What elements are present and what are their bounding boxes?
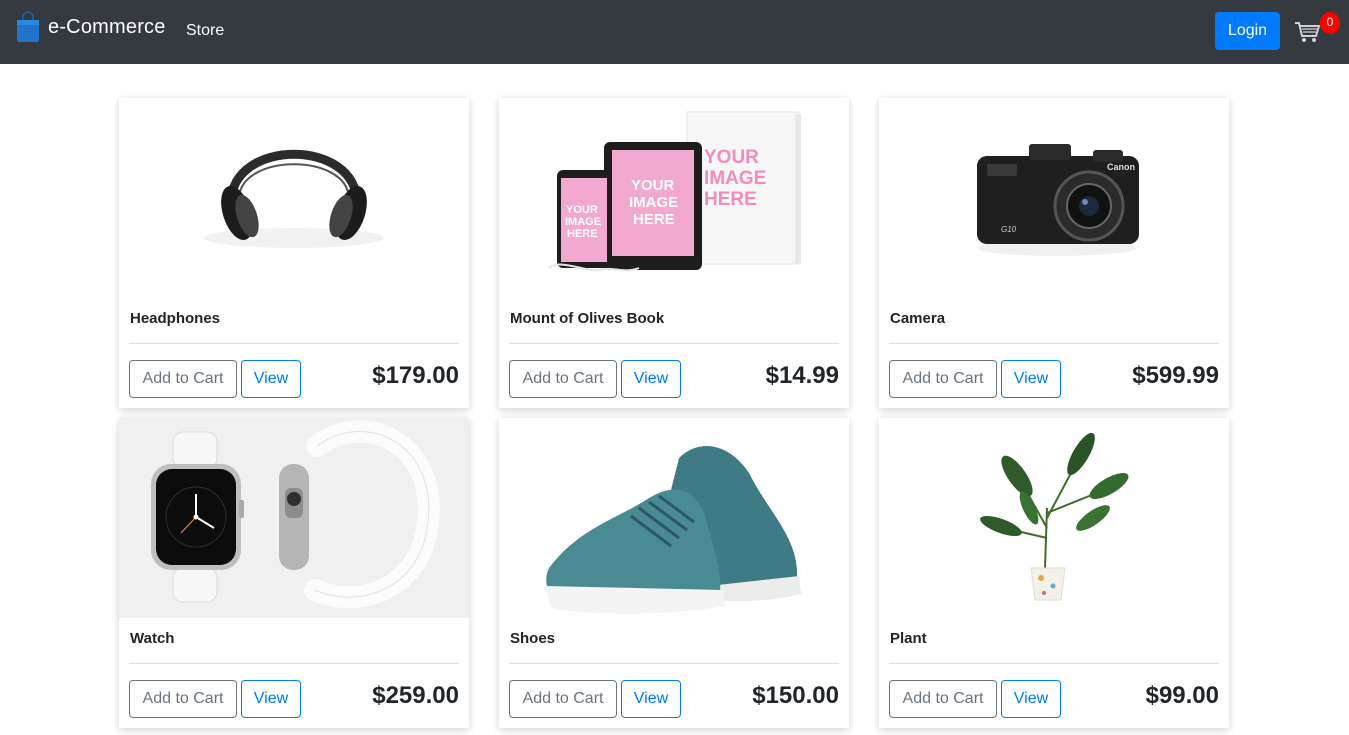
plant-image: [879, 418, 1229, 618]
svg-text:IMAGE: IMAGE: [704, 168, 766, 189]
product-image[interactable]: [119, 98, 469, 298]
view-button[interactable]: View: [621, 680, 681, 718]
add-to-cart-button[interactable]: Add to Cart: [509, 680, 617, 718]
product-card: Canon G10 Camera Add to Cart View $599.9…: [879, 98, 1229, 408]
svg-text:YOUR: YOUR: [566, 204, 598, 216]
product-image[interactable]: [119, 418, 469, 618]
add-to-cart-button[interactable]: Add to Cart: [889, 680, 997, 718]
svg-text:IMAGE: IMAGE: [565, 216, 601, 228]
add-to-cart-button[interactable]: Add to Cart: [129, 360, 237, 398]
product-price: $259.00: [372, 682, 459, 709]
product-card: Headphones Add to Cart View $179.00: [119, 98, 469, 408]
shopping-bag-icon: [17, 11, 39, 42]
svg-text:HERE: HERE: [567, 228, 598, 240]
svg-text:YOUR: YOUR: [704, 147, 759, 168]
add-to-cart-button[interactable]: Add to Cart: [509, 360, 617, 398]
product-price: $14.99: [765, 362, 839, 389]
product-name: Camera: [890, 310, 946, 327]
svg-text:HERE: HERE: [704, 189, 757, 210]
svg-text:YOUR: YOUR: [631, 177, 675, 194]
view-button[interactable]: View: [1001, 680, 1061, 718]
login-button[interactable]: Login: [1215, 12, 1280, 50]
cart-count-badge: 0: [1320, 12, 1340, 34]
product-card: YOUR IMAGE HERE YOUR IMAGE HERE YOUR IMA…: [499, 98, 849, 408]
product-image[interactable]: [499, 418, 849, 618]
view-button[interactable]: View: [241, 680, 301, 718]
view-button[interactable]: View: [621, 360, 681, 398]
product-name: Headphones: [130, 310, 221, 327]
add-to-cart-button[interactable]: Add to Cart: [889, 360, 997, 398]
svg-text:HERE: HERE: [633, 211, 675, 228]
product-name: Watch: [130, 630, 175, 647]
divider: [889, 663, 1219, 664]
divider: [889, 343, 1219, 344]
svg-text:IMAGE: IMAGE: [629, 194, 678, 211]
product-price: $599.99: [1132, 362, 1219, 389]
divider: [129, 663, 459, 664]
brand-link[interactable]: e-Commerce: [14, 10, 166, 44]
product-name: Plant: [890, 630, 927, 647]
product-image[interactable]: Canon G10: [879, 98, 1229, 298]
divider: [129, 343, 459, 344]
cart-icon: [1295, 22, 1320, 42]
product-card: Watch Add to Cart View $259.00: [119, 418, 469, 728]
shoes-image: [499, 418, 849, 618]
product-image[interactable]: YOUR IMAGE HERE YOUR IMAGE HERE YOUR IMA…: [499, 98, 849, 298]
product-image[interactable]: [879, 418, 1229, 618]
add-to-cart-button[interactable]: Add to Cart: [129, 680, 237, 718]
product-name: Mount of Olives Book: [510, 310, 665, 327]
view-button[interactable]: View: [1001, 360, 1061, 398]
product-price: $179.00: [372, 362, 459, 389]
divider: [509, 663, 839, 664]
camera-image: Canon G10: [879, 98, 1229, 298]
product-name: Shoes: [510, 630, 556, 647]
product-price: $99.00: [1145, 682, 1219, 709]
view-button[interactable]: View: [241, 360, 301, 398]
book-devices-image: YOUR IMAGE HERE YOUR IMAGE HERE YOUR IMA…: [499, 98, 849, 298]
nav-link-store[interactable]: Store: [186, 22, 224, 40]
product-card: Shoes Add to Cart View $150.00: [499, 418, 849, 728]
product-price: $150.00: [752, 682, 839, 709]
product-card: Plant Add to Cart View $99.00: [879, 418, 1229, 728]
navbar: e-Commerce Store Login 0: [0, 0, 1349, 64]
svg-text:Canon: Canon: [1107, 162, 1135, 172]
watch-image: [119, 418, 469, 618]
svg-text:G10: G10: [1001, 225, 1017, 234]
cart-button[interactable]: 0: [1294, 12, 1344, 50]
divider: [509, 343, 839, 344]
brand-name: e-Commerce: [48, 15, 166, 38]
headphones-image: [119, 98, 469, 298]
